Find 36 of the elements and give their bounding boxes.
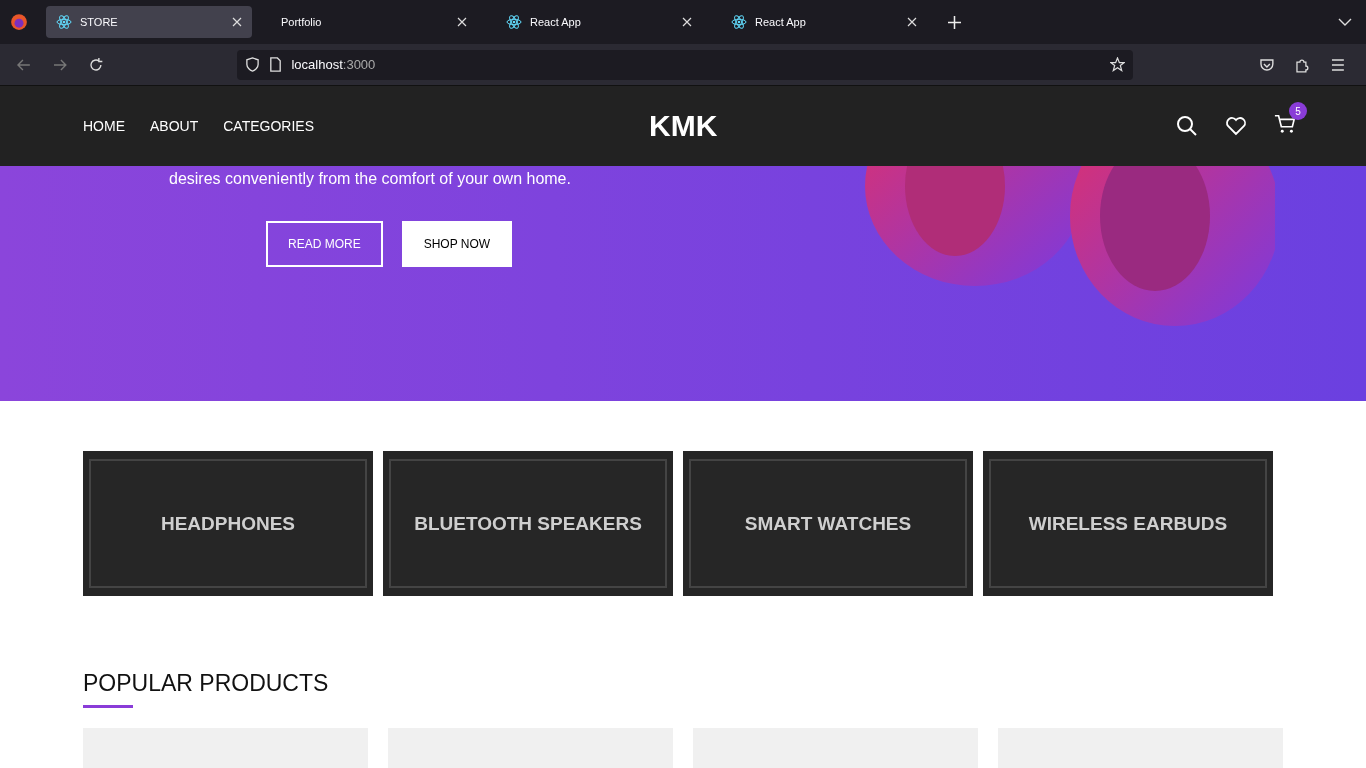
browser-tab[interactable]: React App xyxy=(721,6,927,38)
address-bar[interactable]: localhost:3000 xyxy=(237,49,1133,80)
chevron-down-icon[interactable] xyxy=(1338,18,1352,26)
title-underline xyxy=(83,705,133,708)
nav-link[interactable]: CATEGORIES xyxy=(223,118,314,134)
close-icon[interactable] xyxy=(907,17,917,27)
browser-logo-icon[interactable] xyxy=(10,13,28,31)
hero-text: desires conveniently from the comfort of your own home. xyxy=(169,170,572,188)
new-tab-icon[interactable] xyxy=(948,15,961,29)
puzzle-icon[interactable] xyxy=(1294,56,1311,73)
nav-link[interactable]: ABOUT xyxy=(150,118,199,134)
browser-tab[interactable]: STORE xyxy=(46,6,252,38)
reload-icon[interactable] xyxy=(87,56,104,73)
close-icon[interactable] xyxy=(457,17,467,27)
cart-count-badge: 5 xyxy=(1289,102,1307,120)
nav-link[interactable]: HOME xyxy=(83,118,125,134)
section-title: POPULAR PRODUCTS xyxy=(83,670,330,697)
cart-icon[interactable] xyxy=(1274,113,1296,135)
star-icon[interactable] xyxy=(1109,57,1125,72)
search-icon[interactable] xyxy=(1176,115,1198,137)
close-icon[interactable] xyxy=(682,17,692,27)
browser-tab[interactable]: React App xyxy=(496,6,702,38)
close-icon[interactable] xyxy=(232,17,242,27)
category-card[interactable]: BLUETOOTH SPEAKERS xyxy=(383,451,673,596)
page-icon xyxy=(268,57,284,72)
category-card[interactable]: SMART WATCHES xyxy=(683,451,973,596)
category-card[interactable]: HEADPHONES xyxy=(83,451,373,596)
browser-tab[interactable]: Portfolio xyxy=(271,6,477,38)
shop-now-button[interactable]: SHOP NOW xyxy=(401,221,513,267)
site-logo[interactable]: KMK xyxy=(649,109,718,143)
menu-icon[interactable] xyxy=(1330,56,1347,73)
url-text: localhost:3000 xyxy=(291,57,376,72)
heart-icon[interactable] xyxy=(1225,115,1247,137)
shield-icon xyxy=(245,57,261,72)
category-card[interactable]: WIRELESS EARBUDS xyxy=(983,451,1273,596)
read-more-button[interactable]: READ MORE xyxy=(266,221,383,267)
